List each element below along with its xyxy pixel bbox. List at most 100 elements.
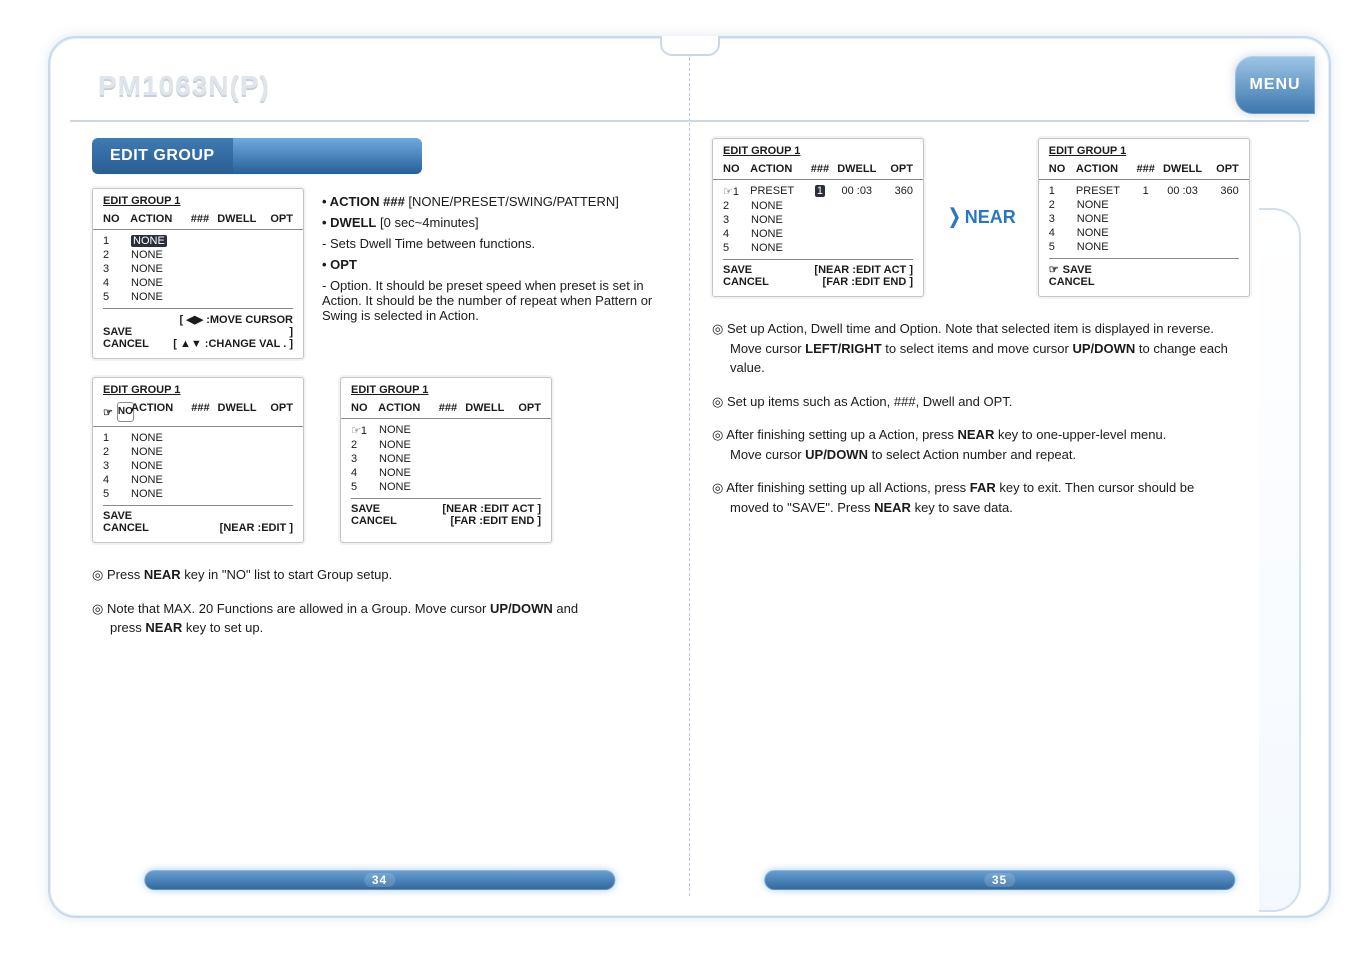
table-row: 5NONE [1049,240,1239,254]
foot-cancel: CANCEL [103,338,173,350]
panel-title: EDIT GROUP 1 [93,189,303,209]
foot-hint: [ ▲▼ :CHANGE VAL . ] [173,338,293,350]
section-heading-label: EDIT GROUP [92,138,233,174]
table-row: 3NONE [103,262,293,276]
page-left: PM1063N(P) EDIT GROUP EDIT GROUP 1 NO AC… [70,58,690,896]
col-dwell: DWELL [834,159,881,179]
foot-cancel: CANCEL [1049,276,1119,288]
bullet-opt-sub: - Option. It should be preset speed when… [322,278,667,323]
col-dwell: DWELL [214,209,261,229]
panel-rows: 1 PRESET 1 00 :03 360 2NONE 3NONE 4NONE … [713,180,923,257]
table-row: 3NONE [723,213,913,227]
table-row: 3NONE [103,459,293,473]
col-action: ACTION [1076,159,1132,179]
table-row: 4NONE [103,473,293,487]
page-number: 35 [984,873,1015,887]
table-row: 2NONE [103,248,293,262]
table-row: 2NONE [103,445,293,459]
lcd-panel-1: EDIT GROUP 1 NO ACTION ### DWELL OPT 1NO… [92,188,304,359]
table-row: 3NONE [1049,212,1239,226]
foot-save: SAVE [103,326,173,338]
page-number: 34 [364,873,395,887]
col-opt: OPT [260,398,293,426]
row-no-selected: 1 [723,185,750,198]
note: Press NEAR key in "NO" list to start Gro… [92,565,667,585]
table-row: 2NONE [351,438,541,452]
foot-hint: [FAR :EDIT END ] [793,276,913,288]
bullet-opt: • OPT [322,257,667,272]
col-dwell: DWELL [214,398,260,426]
table-row: 4NONE [1049,226,1239,240]
panel-head: NO ACTION ### DWELL OPT [93,398,303,427]
panel-title: EDIT GROUP 1 [93,378,303,398]
note: Note that MAX. 20 Functions are allowed … [92,599,667,638]
foot-hint: [FAR :EDIT END ] [421,515,541,527]
col-opt: OPT [1206,159,1239,179]
foot-cancel: CANCEL [723,276,793,288]
foot-hint: [NEAR :EDIT ] [173,522,293,534]
lcd-panel-3: EDIT GROUP 1 NO ACTION ### DWELL OPT 1NO… [340,377,552,543]
table-row: 4NONE [351,466,541,480]
note: Set up Action, Dwell time and Option. No… [712,319,1272,378]
table-row: 1 PRESET 1 00 :03 360 [723,184,913,199]
col-no: NO [723,159,750,179]
foot-hint: [NEAR :EDIT ACT ] [421,503,541,515]
table-row: 5NONE [351,480,541,494]
near-key-label: NEAR [946,205,1016,230]
lcd-panel-4: EDIT GROUP 1 NO ACTION ### DWELL OPT 1 P… [712,138,924,297]
product-brand: PM1063N(P) [98,70,270,102]
note: After finishing setting up all Actions, … [712,478,1272,517]
bullet-dwell-sub: - Sets Dwell Time between functions. [322,236,667,251]
col-no-selected: NO [103,398,131,426]
table-row: 1NONE [103,431,293,445]
foot-hint: [NEAR :EDIT ACT ] [793,264,913,276]
section-heading: EDIT GROUP [92,138,422,174]
table-row: 5NONE [723,241,913,255]
page-number-pill-left: 34 [144,870,615,890]
panel-foot: SAVE CANCEL[NEAR :EDIT ] [93,506,303,542]
table-row: 4NONE [103,276,293,290]
col-action: ACTION [130,209,186,229]
col-action: ACTION [378,398,434,418]
panel-title: EDIT GROUP 1 [713,139,923,159]
col-opt: OPT [260,209,293,229]
panel-rows: 1NONE 2NONE 3NONE 4NONE 5NONE [93,230,303,306]
panel-title: EDIT GROUP 1 [341,378,551,398]
col-opt: OPT [880,159,913,179]
col-dwell: DWELL [462,398,509,418]
panel-head: NO ACTION ### DWELL OPT [713,159,923,180]
menu-tab: MENU [1235,56,1315,114]
panel-foot: SAVE[NEAR :EDIT ACT ] CANCEL[FAR :EDIT E… [341,499,551,535]
table-row: 5NONE [103,487,293,501]
col-action: ACTION [750,159,806,179]
side-tab-tail [1259,208,1301,912]
col-hash: ### [806,159,833,179]
table-row: 1 PRESET 1 00 :03 360 [1049,184,1239,198]
foot-cancel: CANCEL [103,522,173,534]
table-row: 3NONE [351,452,541,466]
table-row: 1NONE [351,423,541,438]
page-header-left: PM1063N(P) [70,58,689,122]
foot-save: SAVE [351,503,421,515]
table-row: 2NONE [1049,198,1239,212]
col-action: ACTION [131,398,187,426]
panel-head: NO ACTION ### DWELL OPT [93,209,303,230]
section-heading-tail [233,138,422,174]
document-frame: PM1063N(P) EDIT GROUP EDIT GROUP 1 NO AC… [48,36,1331,918]
col-no: NO [103,209,130,229]
panel-title: EDIT GROUP 1 [1039,139,1249,159]
note: Set up items such as Action, ###, Dwell … [712,392,1272,412]
col-opt: OPT [508,398,541,418]
panel-rows: 1NONE 2NONE 3NONE 4NONE 5NONE [93,427,303,503]
page-header-right: MENU [690,58,1309,122]
page-right: MENU EDIT GROUP 1 NO ACTION ### DWELL OP… [690,58,1309,896]
value-reverse: NONE [131,235,167,247]
panel-head: NO ACTION ### DWELL OPT [341,398,551,419]
field-descriptions: • ACTION ### [NONE/PRESET/SWING/PATTERN]… [322,188,667,329]
panel-rows: 1NONE 2NONE 3NONE 4NONE 5NONE [341,419,551,496]
panel-rows: 1 PRESET 1 00 :03 360 2NONE 3NONE 4NONE … [1039,180,1249,256]
col-dwell: DWELL [1159,159,1206,179]
table-row: 1NONE [103,234,293,248]
panel-foot: SAVE[NEAR :EDIT ACT ] CANCEL[FAR :EDIT E… [713,260,923,296]
bullet-action: • ACTION ### [NONE/PRESET/SWING/PATTERN] [322,194,667,209]
